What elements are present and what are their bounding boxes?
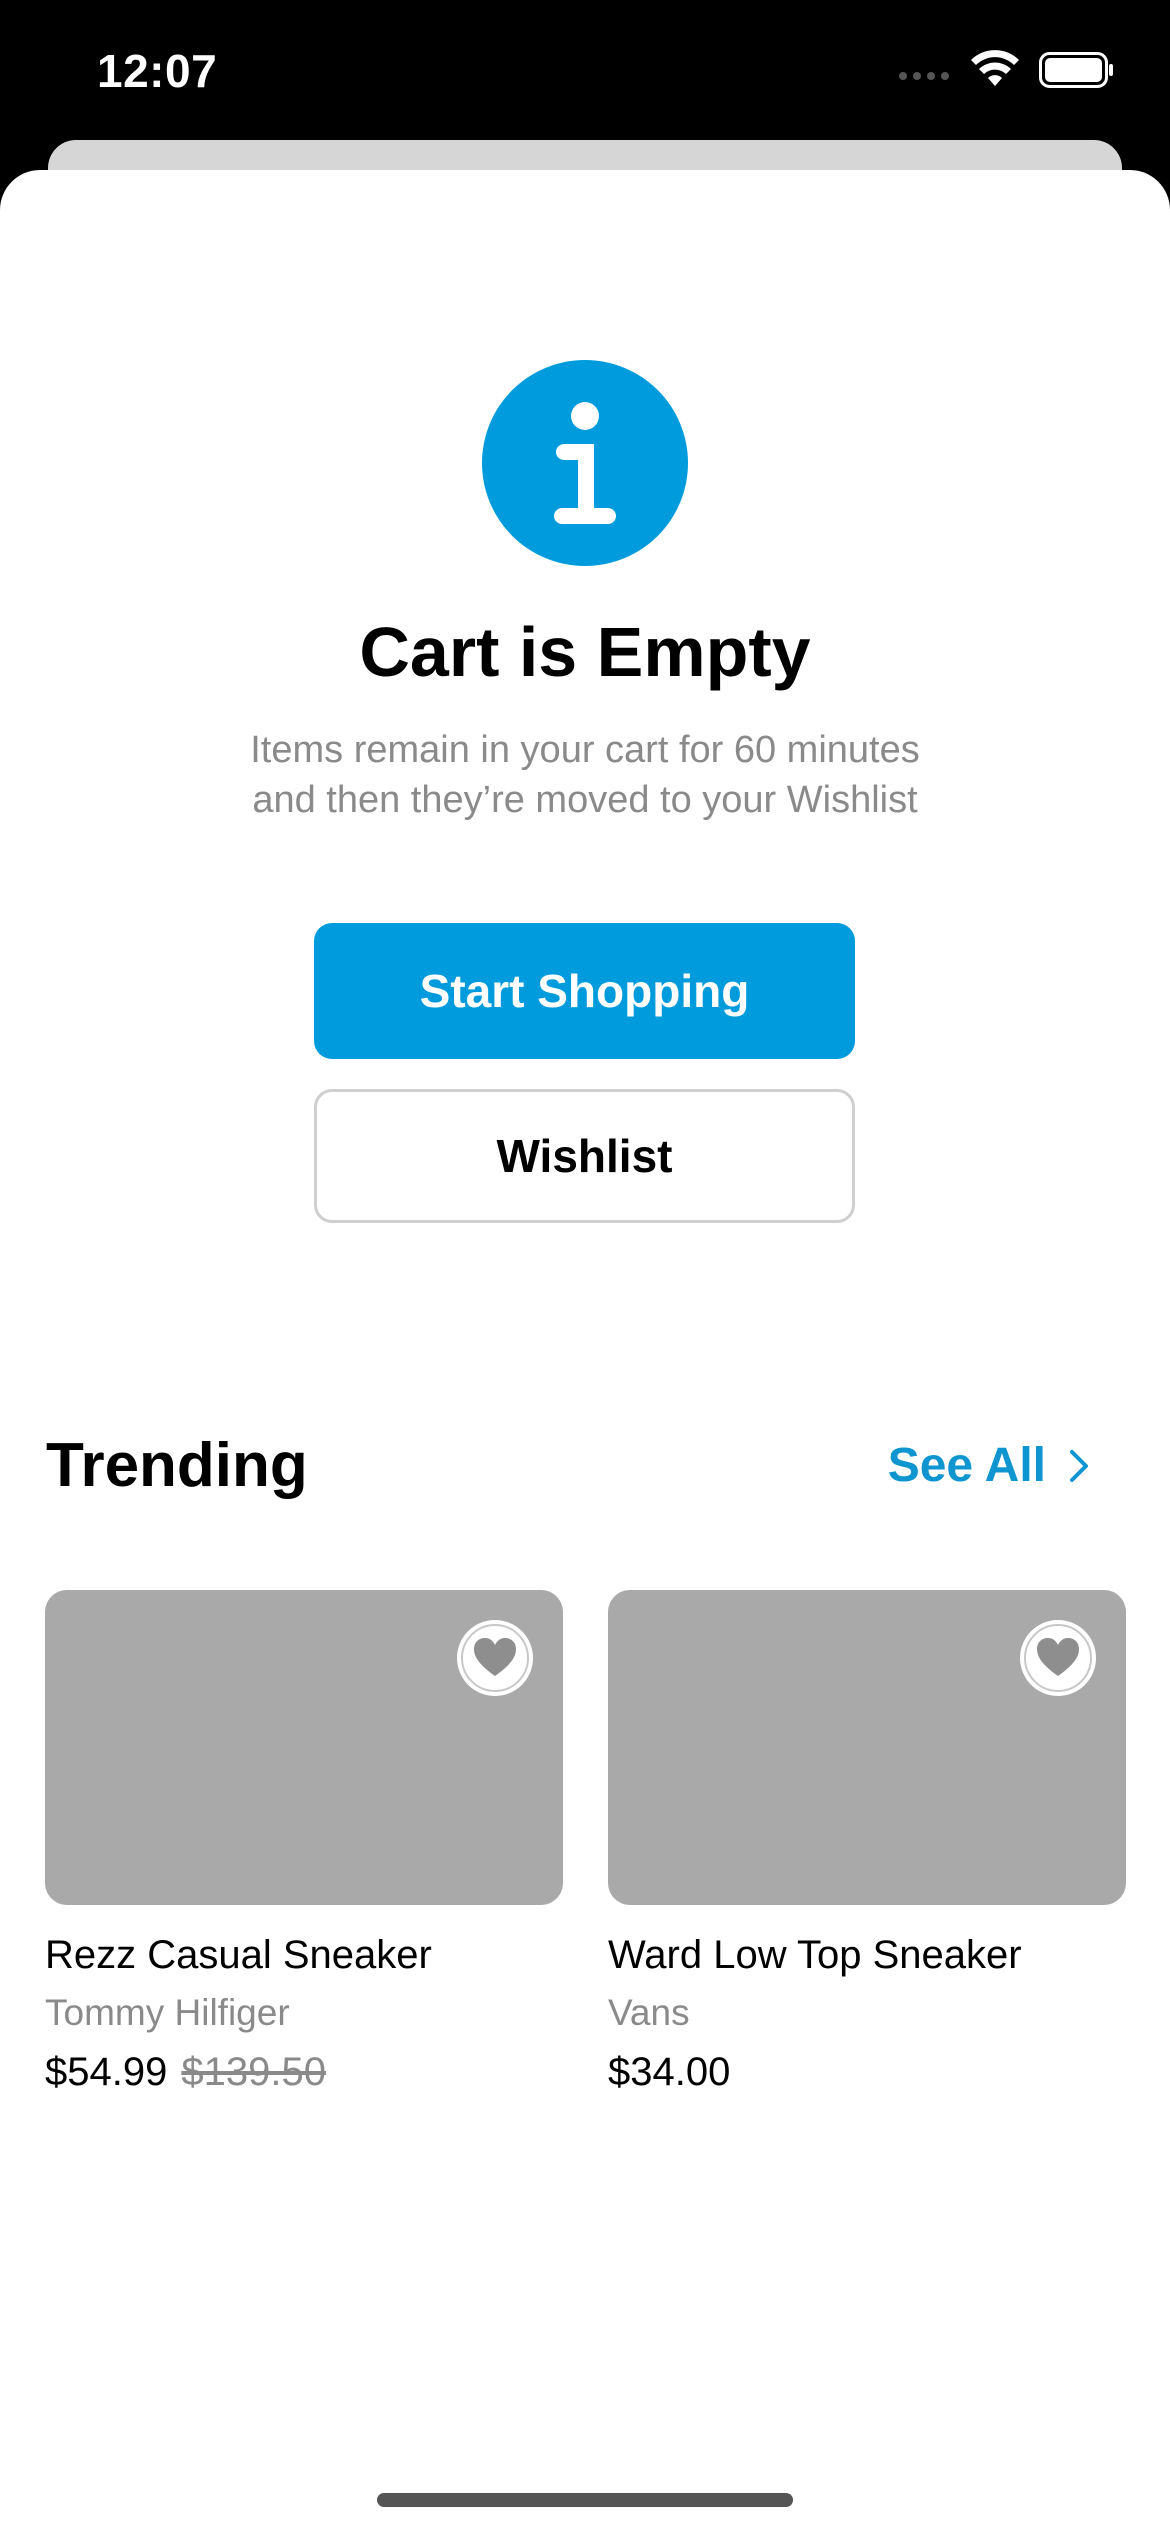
home-indicator[interactable] [377, 2493, 793, 2507]
heart-icon [461, 1624, 529, 1692]
wishlist-heart-button[interactable] [1020, 1620, 1096, 1696]
wifi-icon [971, 50, 1019, 86]
see-all-link[interactable]: See All [888, 1438, 1090, 1493]
empty-cart-description: Items remain in your cart for 60 minutes… [250, 729, 920, 821]
heart-icon [1024, 1624, 1092, 1692]
product-image [608, 1590, 1126, 1905]
product-card[interactable]: Rezz Casual Sneaker Tommy Hilfiger $54.9… [45, 1590, 563, 2101]
empty-cart-title: Cart is Empty [359, 613, 811, 691]
product-price: $54.99 [45, 2050, 168, 2094]
product-original-price: $139.50 [181, 2050, 326, 2094]
trending-title: Trending [46, 1431, 308, 1500]
battery-icon [1039, 52, 1113, 88]
product-price-row: $34.00 [608, 2043, 1126, 2101]
product-price-row: $54.99 $139.50 [45, 2043, 563, 2101]
see-all-label: See All [887, 1439, 1046, 1492]
status-time: 12:07 [97, 45, 218, 97]
screen: 12:07 Cart is Empty Items remain in your… [0, 0, 1170, 2532]
wishlist-button[interactable]: Wishlist [314, 1089, 855, 1223]
product-name: Ward Low Top Sneaker [608, 1933, 1022, 1977]
product-brand: Vans [608, 1992, 690, 2033]
status-icons [899, 50, 1115, 90]
product-image [45, 1590, 563, 1905]
product-price: $34.00 [608, 2050, 731, 2094]
cart-sheet: Cart is Empty Items remain in your cart … [0, 170, 1170, 2532]
product-name: Rezz Casual Sneaker [45, 1933, 432, 1977]
chevron-right-icon [1070, 1449, 1088, 1482]
product-card[interactable]: Ward Low Top Sneaker Vans $34.00 [608, 1590, 1126, 2101]
start-shopping-button[interactable]: Start Shopping [314, 923, 855, 1059]
cellular-signal-icon [899, 72, 949, 80]
wishlist-heart-button[interactable] [457, 1620, 533, 1696]
product-brand: Tommy Hilfiger [45, 1992, 290, 2033]
info-icon [482, 360, 688, 566]
status-bar: 12:07 [0, 0, 1170, 150]
